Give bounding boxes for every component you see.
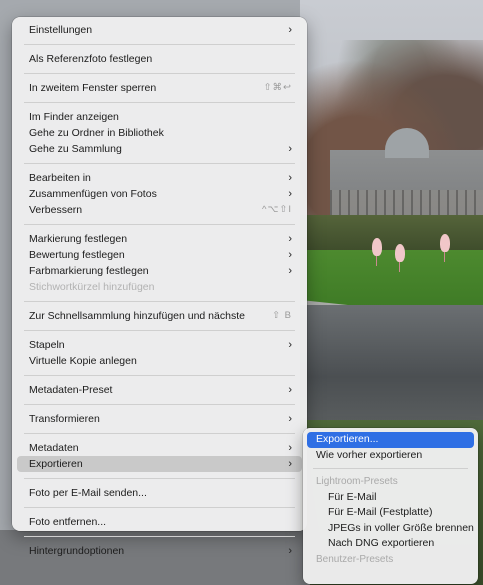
flamingo bbox=[372, 238, 382, 266]
menu-item-stapeln[interactable]: Stapeln › bbox=[17, 337, 302, 353]
menu-item-label: Bewertung festlegen bbox=[29, 249, 125, 261]
photo-lawn bbox=[300, 250, 483, 310]
menu-item-label: Transformieren bbox=[29, 413, 100, 425]
chevron-right-icon: › bbox=[288, 188, 292, 200]
chevron-right-icon: › bbox=[288, 384, 292, 396]
menu-separator bbox=[24, 163, 295, 164]
photo-pond bbox=[300, 305, 483, 425]
menu-item-metadaten-preset[interactable]: Metadaten-Preset › bbox=[17, 382, 302, 398]
menu-item-label: Gehe zu Sammlung bbox=[29, 143, 122, 155]
menu-item-gehe-zu-sammlung[interactable]: Gehe zu Sammlung › bbox=[17, 141, 302, 157]
menu-item-zusammenfügen-von-fotos[interactable]: Zusammenfügen von Fotos › bbox=[17, 186, 302, 202]
menu-item-bewertung-festlegen[interactable]: Bewertung festlegen › bbox=[17, 247, 302, 263]
menu-item-label: Im Finder anzeigen bbox=[29, 111, 119, 123]
menu-item-transformieren[interactable]: Transformieren › bbox=[17, 411, 302, 427]
context-menu: Einstellungen › Als Referenzfoto festlegen… bbox=[12, 17, 307, 557]
keyboard-shortcut: ^⌥⇧I bbox=[261, 204, 292, 215]
menu-item-label: Exportieren bbox=[29, 458, 83, 470]
menu-separator bbox=[24, 224, 295, 225]
menu-item-label: Zur Schnellsammlung hinzufügen und nächs… bbox=[29, 310, 245, 322]
keyboard-shortcut: ⇧⌘↩ bbox=[263, 82, 292, 93]
chevron-right-icon: › bbox=[288, 143, 292, 155]
export-submenu: Exportieren... Wie vorher exportieren Ligh… bbox=[303, 428, 478, 584]
menu-item-label: Metadaten-Preset bbox=[29, 384, 113, 396]
menu-item-label: Metadaten bbox=[29, 442, 79, 454]
menu-item-markierung-festlegen[interactable]: Markierung festlegen › bbox=[17, 231, 302, 247]
menu-item-label: Einstellungen bbox=[29, 24, 93, 36]
submenu-item-jpegs-in-voller-größe-brennen[interactable]: JPEGs in voller Größe brennen bbox=[307, 521, 474, 537]
keyboard-shortcut: ⇧ B bbox=[272, 310, 292, 321]
submenu-header-lightroom-presets: Lightroom-Presets bbox=[316, 476, 398, 487]
chevron-right-icon: › bbox=[288, 545, 292, 557]
menu-item-virtuelle-kopie-anlegen[interactable]: Virtuelle Kopie anlegen bbox=[17, 353, 302, 369]
photo-hedge bbox=[300, 215, 483, 255]
menu-item-label: In zweitem Fenster sperren bbox=[29, 82, 157, 94]
menu-item-stichwortkürzel-hinzufügen: Stichwortkürzel hinzufügen bbox=[17, 279, 302, 295]
chevron-right-icon: › bbox=[288, 172, 292, 184]
menu-item-label: Virtuelle Kopie anlegen bbox=[29, 355, 137, 367]
menu-item-label: Markierung festlegen bbox=[29, 233, 128, 245]
menu-item-foto-per-e-mail-senden[interactable]: Foto per E-Mail senden... bbox=[17, 485, 302, 501]
menu-item-label: Hintergrundoptionen bbox=[29, 545, 125, 557]
menu-item-label: Als Referenzfoto festlegen bbox=[29, 53, 153, 65]
menu-item-gehe-zu-ordner-in-bibliothek[interactable]: Gehe zu Ordner in Bibliothek bbox=[17, 125, 302, 141]
chevron-right-icon: › bbox=[288, 24, 292, 36]
chevron-right-icon: › bbox=[288, 249, 292, 261]
menu-separator bbox=[24, 507, 295, 508]
menu-item-verbessern[interactable]: Verbessern ^⌥⇧I bbox=[17, 202, 302, 218]
photo-fence bbox=[330, 190, 483, 218]
chevron-right-icon: › bbox=[288, 413, 292, 425]
menu-item-metadaten[interactable]: Metadaten › bbox=[17, 440, 302, 456]
chevron-right-icon: › bbox=[288, 442, 292, 454]
menu-item-als-referenzfoto-festlegen[interactable]: Als Referenzfoto festlegen bbox=[17, 51, 302, 67]
menu-item-im-finder-anzeigen[interactable]: Im Finder anzeigen bbox=[17, 109, 302, 125]
menu-item-in-zweitem-fenster-sperren[interactable]: In zweitem Fenster sperren ⇧⌘↩ bbox=[17, 80, 302, 96]
menu-separator bbox=[24, 375, 295, 376]
chevron-right-icon: › bbox=[288, 233, 292, 245]
submenu-header-benutzer-presets: Benutzer-Presets bbox=[316, 553, 394, 565]
menu-item-label: Verbessern bbox=[29, 204, 83, 216]
chevron-right-icon: › bbox=[288, 265, 292, 277]
menu-separator bbox=[24, 404, 295, 405]
chevron-right-icon: › bbox=[288, 458, 292, 470]
menu-item-label: Stichwortkürzel hinzufügen bbox=[29, 281, 155, 293]
menu-separator bbox=[24, 73, 295, 74]
menu-item-exportieren[interactable]: Exportieren › bbox=[17, 456, 302, 472]
submenu-item-nach-dng-exportieren[interactable]: Nach DNG exportieren bbox=[307, 536, 474, 552]
menu-item-foto-entfernen[interactable]: Foto entfernen... bbox=[17, 514, 302, 530]
menu-item-bearbeiten-in[interactable]: Bearbeiten in › bbox=[17, 170, 302, 186]
menu-item-label: Zusammenfügen von Fotos bbox=[29, 188, 157, 200]
submenu-item-für-e-mail[interactable]: Für E-Mail bbox=[307, 490, 474, 506]
chevron-right-icon: › bbox=[288, 339, 292, 351]
menu-separator bbox=[24, 102, 295, 103]
menu-separator bbox=[24, 478, 295, 479]
menu-item-label: Foto per E-Mail senden... bbox=[29, 487, 147, 499]
flamingo bbox=[395, 244, 405, 272]
menu-item-label: Foto entfernen... bbox=[29, 516, 107, 528]
menu-item-farbmarkierung-festlegen[interactable]: Farbmarkierung festlegen › bbox=[17, 263, 302, 279]
menu-separator bbox=[24, 536, 295, 537]
menu-item-einstellungen[interactable]: Einstellungen › bbox=[17, 22, 302, 38]
submenu-item-für-e-mail-festplatte[interactable]: Für E-Mail (Festplatte) bbox=[307, 505, 474, 521]
submenu-item-exportieren[interactable]: Exportieren... bbox=[307, 432, 474, 448]
submenu-item-wie-vorher-exportieren[interactable]: Wie vorher exportieren bbox=[307, 448, 474, 464]
menu-item-label: Gehe zu Ordner in Bibliothek bbox=[29, 127, 164, 139]
submenu-separator bbox=[313, 468, 468, 469]
menu-item-hintergrundoptionen[interactable]: Hintergrundoptionen › bbox=[17, 543, 302, 559]
menu-separator bbox=[24, 44, 295, 45]
flamingo bbox=[440, 234, 450, 262]
menu-separator bbox=[24, 330, 295, 331]
menu-separator bbox=[24, 433, 295, 434]
menu-item-label: Stapeln bbox=[29, 339, 65, 351]
menu-item-label: Farbmarkierung festlegen bbox=[29, 265, 149, 277]
menu-separator bbox=[24, 301, 295, 302]
menu-item-label: Bearbeiten in bbox=[29, 172, 91, 184]
menu-item-zur-schnellsammlung-hinzufügen-und-nächste[interactable]: Zur Schnellsammlung hinzufügen und nächs… bbox=[17, 308, 302, 324]
